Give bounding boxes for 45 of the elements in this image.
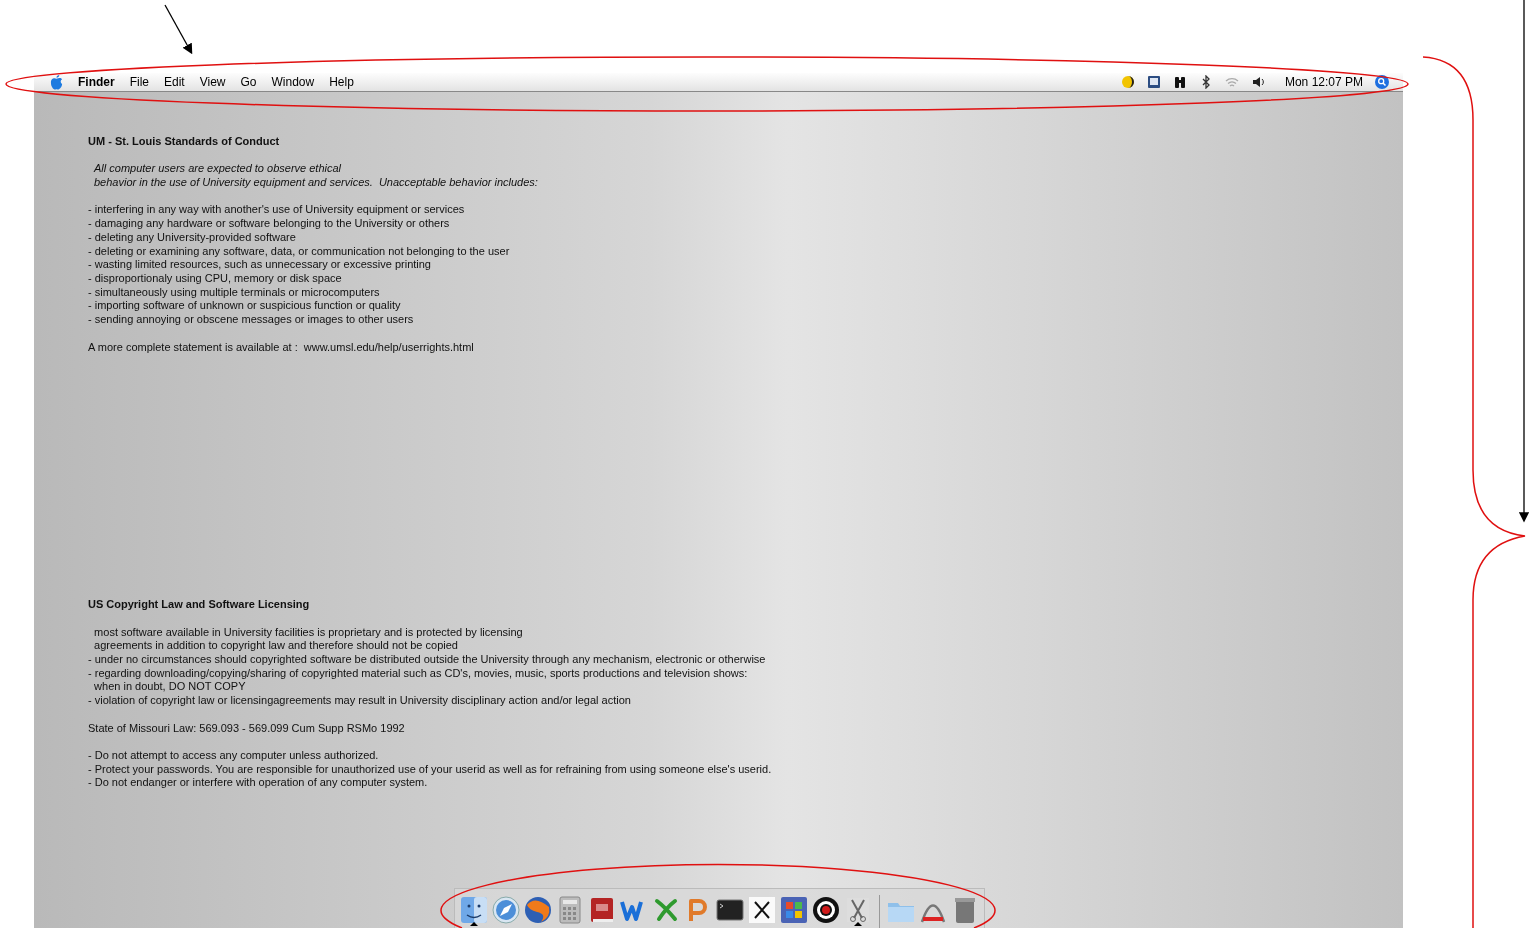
text-line: - Protect your passwords. You are responsible for unauthorized use of your userid as well as for refraining from using someone else's userid. [88,762,773,777]
text-line: agreements in addition to copyright law and therefore should not be copied [93,639,459,653]
section-heading: US Copyright Law and Software Licensing [88,598,311,612]
speaker-icon[interactable] [1250,75,1265,89]
globe-icon[interactable] [522,895,553,925]
section-heading: UM - St. Louis Standards of Conduct [88,135,281,149]
text-line: - violation of copyright law or licensingagreements may result in University disciplinary action and/or legal action [88,694,632,708]
text-line: behavior in the use of University equipment and services. Unacceptable behavior includes: [93,176,539,190]
text-line: - deleting any University-provided software [88,230,297,245]
display-icon[interactable] [1146,75,1161,89]
text-line: - simultaneously using multiple terminals or microcomputers [88,285,381,300]
menu-item[interactable]: Help [329,73,354,91]
text-line: - Do not attempt to access any computer unless authorized. [88,748,380,763]
moon-icon[interactable] [1120,75,1135,89]
text-line: All computer users are expected to observe ethical [92,162,343,177]
text-line: - interfering in any way with another's use of University equipment or services [88,203,466,218]
window-panes-icon[interactable] [778,895,809,925]
text-line: State of Missouri Law: 569.093 - 569.099 Cum Supp RSMo 1992 [88,721,406,736]
text-line: when in doubt, DO NOT COPY [93,680,247,695]
menu-bar-clock[interactable]: Mon 12:07 PM [1284,73,1363,91]
text-line: - Do not endanger or interfere with operation of any computer system. [88,776,429,790]
text-line: - damaging any hardware or software belonging to the University or others [88,217,451,231]
annotation-arrow [164,4,193,55]
text-line: - under no circumstances should copyrighted software be distributed outside the University through any mechanism, electronic or otherwise [88,653,767,667]
menu-item[interactable]: View [199,73,226,91]
smiling-face-icon[interactable] [458,895,489,925]
menu-item[interactable]: Go [240,73,257,91]
text-line: - deleting or examining any software, data, or communication not belonging to the user [88,244,511,259]
compass-icon[interactable] [490,895,521,925]
text-line: A more complete statement is available at : www.umsl.edu/help/userrights.html [88,340,475,355]
search-icon[interactable] [1375,75,1389,89]
text-line: - disproportionaly using CPU, memory or disk space [88,272,343,286]
menu-item[interactable]: File [129,73,149,91]
apple-logo-icon[interactable] [50,74,63,90]
menu-item[interactable]: Finder [78,73,115,91]
menu-item[interactable]: Window [271,73,315,91]
x-mark-icon[interactable] [746,895,777,925]
dock-divider [878,895,880,928]
text-line: - regarding downloading/copying/sharing of copyrighted material such as CD's, movies, music, sports productions and television shows: [88,666,749,681]
target-icon[interactable] [810,895,841,925]
text-line: - wasting limited resources, such as unnecessary or excessive printing [88,258,432,272]
menu-item[interactable]: Edit [164,73,185,91]
text-line: - importing software of unknown or suspicious function or quality [88,299,402,314]
text-line: most software available in University facilities is proprietary and is protected by licensing [93,625,524,640]
text-line: - sending annoying or obscene messages or images to other users [88,313,415,327]
